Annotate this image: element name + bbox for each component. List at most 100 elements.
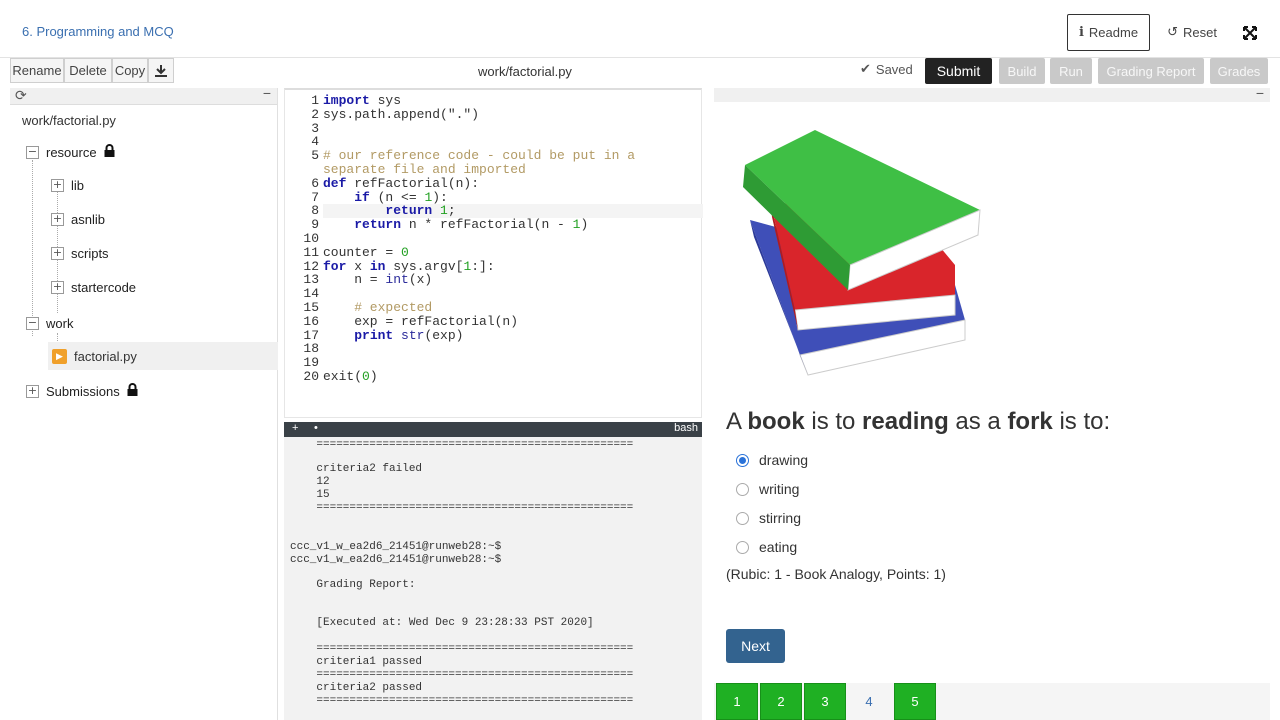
code-line[interactable]	[323, 287, 703, 301]
line-number	[285, 163, 319, 177]
folder-label: resource	[46, 144, 97, 160]
code-line[interactable]: print str(exp)	[323, 328, 703, 343]
code-line[interactable]: sys.path.append(".")	[323, 107, 703, 122]
collapse-icon[interactable]: −	[1256, 85, 1264, 101]
grades-button[interactable]: Grades	[1210, 58, 1268, 84]
delete-button[interactable]: Delete	[64, 58, 112, 83]
collapse-icon[interactable]: −	[26, 316, 39, 330]
answer-option-drawing[interactable]: drawing	[736, 452, 808, 468]
tree-folder-scripts[interactable]: + scripts	[51, 243, 109, 263]
selected-file-path: work/factorial.py	[22, 113, 116, 128]
code-line[interactable]: # expected	[323, 301, 703, 315]
code-line[interactable]: import sys	[323, 94, 703, 108]
tree-folder-lib[interactable]: + lib	[51, 175, 84, 195]
line-number: 16	[303, 313, 319, 329]
copy-button[interactable]: Copy	[112, 58, 148, 83]
books-image	[740, 125, 985, 380]
code-line[interactable]: n = int(x)	[323, 273, 703, 287]
file-tree-panel: ⟳ − work/factorial.py − resource + lib +…	[10, 85, 278, 720]
collapse-icon[interactable]: −	[26, 145, 39, 159]
line-number: 12	[303, 258, 319, 274]
radio-button[interactable]	[736, 453, 749, 467]
terminal-shell-label: bash	[674, 422, 698, 434]
line-number: 11	[303, 244, 319, 260]
code-line[interactable]: if (n <= 1):	[323, 190, 703, 205]
code-line[interactable]: counter = 0	[323, 245, 703, 260]
line-number: 8	[311, 203, 319, 219]
readme-button[interactable]: i Readme	[1067, 14, 1150, 51]
code-content[interactable]: import sys sys.path.append(".") # our ref…	[323, 94, 703, 384]
page-button-2[interactable]: 2	[760, 683, 802, 720]
terminal-tab[interactable]: •	[314, 422, 318, 434]
page-button-5[interactable]: 5	[894, 683, 936, 720]
code-line[interactable]	[323, 122, 703, 136]
build-button[interactable]: Build	[999, 58, 1045, 84]
code-line[interactable]: return 1;	[323, 204, 703, 219]
run-button[interactable]: Run	[1050, 58, 1092, 84]
collapse-icon[interactable]: −	[263, 85, 271, 101]
tree-folder-startercode[interactable]: + startercode	[51, 277, 136, 297]
page-button-1[interactable]: 1	[716, 683, 758, 720]
folder-label: lib	[71, 177, 85, 193]
terminal-line: ========================================…	[290, 502, 634, 514]
new-terminal-icon[interactable]: +	[292, 422, 298, 434]
folder-label: work	[46, 315, 74, 331]
tree-file-factorial[interactable]: ▶ factorial.py	[48, 342, 278, 370]
submit-button[interactable]: Submit	[925, 58, 992, 84]
code-line[interactable]	[323, 135, 703, 149]
expand-icon[interactable]: +	[51, 280, 64, 294]
tree-folder-work[interactable]: − work	[26, 313, 73, 333]
question-part: reading	[862, 408, 949, 435]
line-number: 15	[303, 299, 319, 315]
question-part: fork	[1007, 408, 1053, 435]
python-file-icon: ▶	[52, 348, 67, 364]
code-editor[interactable]: 1 2 3 4 5 6 7 8 9 10 11 12 13 14 15 16 1…	[284, 88, 703, 418]
download-icon[interactable]	[148, 58, 174, 83]
answer-option-stirring[interactable]: stirring	[736, 510, 801, 526]
terminal-line: 15	[290, 489, 330, 501]
answer-option-eating[interactable]: eating	[736, 539, 797, 555]
page-button-current[interactable]: 4	[848, 683, 890, 720]
rename-button[interactable]: Rename	[10, 58, 64, 83]
reset-button[interactable]: ↺ Reset	[1162, 14, 1222, 51]
code-line[interactable]: # our reference code - could be put in a	[323, 149, 703, 163]
expand-icon[interactable]: +	[51, 178, 64, 192]
radio-button[interactable]	[736, 482, 749, 496]
terminal-line: ccc_v1_w_ea2d6_21451@runweb28:~$	[290, 541, 502, 553]
next-button[interactable]: Next	[726, 629, 785, 663]
answer-option-writing[interactable]: writing	[736, 481, 799, 497]
fullscreen-icon[interactable]	[1238, 14, 1262, 51]
file-toolbar: Rename Delete Copy work/factorial.py ✔ S…	[0, 58, 1280, 86]
expand-icon[interactable]: +	[51, 246, 64, 260]
terminal-line: criteria1 passed	[290, 656, 423, 668]
radio-button[interactable]	[736, 540, 749, 554]
code-line[interactable]	[323, 232, 703, 246]
grading-report-button[interactable]: Grading Report	[1098, 58, 1204, 84]
code-line[interactable]: for x in sys.argv[1:]:	[323, 259, 703, 274]
page-button-3[interactable]: 3	[804, 683, 846, 720]
expand-icon[interactable]: +	[26, 384, 39, 398]
refresh-icon[interactable]: ⟳	[15, 88, 27, 104]
code-line[interactable]: separate file and imported	[323, 163, 703, 177]
folder-label: asnlib	[71, 211, 105, 227]
code-line[interactable]: def refFactorial(n):	[323, 176, 703, 191]
tree-folder-asnlib[interactable]: + asnlib	[51, 209, 105, 229]
line-number: 7	[311, 189, 319, 205]
code-line[interactable]: exp = refFactorial(n)	[323, 314, 703, 329]
code-line[interactable]	[323, 342, 703, 356]
code-line[interactable]: exit(0)	[323, 370, 703, 384]
terminal-output[interactable]: ========================================…	[284, 437, 702, 720]
code-line[interactable]: return n * refFactorial(n - 1)	[323, 218, 703, 232]
radio-button[interactable]	[736, 511, 749, 525]
expand-icon[interactable]: +	[51, 212, 64, 226]
terminal-line: criteria2 passed	[290, 682, 423, 694]
current-file-name: work/factorial.py	[478, 64, 572, 79]
tree-folder-resource[interactable]: − resource	[26, 142, 115, 162]
line-numbers: 1 2 3 4 5 6 7 8 9 10 11 12 13 14 15 16 1…	[285, 94, 319, 384]
code-line[interactable]	[323, 356, 703, 370]
question-part: is to:	[1052, 408, 1111, 435]
line-number: 17	[303, 327, 319, 343]
breadcrumb[interactable]: 6. Programming and MCQ	[22, 24, 174, 39]
tree-folder-submissions[interactable]: + Submissions	[26, 381, 138, 401]
save-status: ✔ Saved	[860, 62, 913, 77]
